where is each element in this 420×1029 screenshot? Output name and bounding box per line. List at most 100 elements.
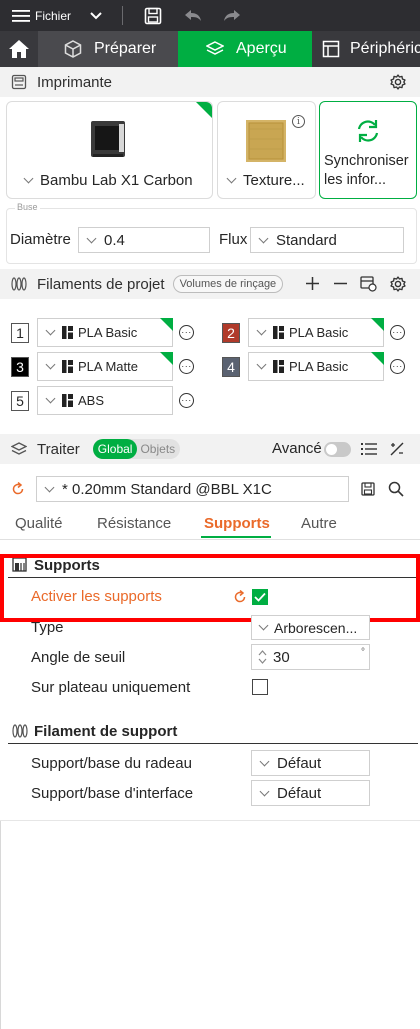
interface-filament-value: Défaut bbox=[277, 784, 322, 802]
filaments-section-title: Filaments de projet bbox=[37, 275, 165, 293]
threshold-angle-unit: ° bbox=[361, 647, 365, 658]
plate-only-label: Sur plateau uniquement bbox=[31, 679, 191, 696]
advanced-label: Avancé bbox=[272, 440, 322, 457]
selected-corner-marker bbox=[196, 102, 212, 118]
chevron-down-icon bbox=[256, 359, 267, 370]
filament-more-icon[interactable]: ··· bbox=[179, 393, 194, 408]
filament-more-icon[interactable]: ··· bbox=[179, 325, 194, 340]
filament-select[interactable]: ABS bbox=[37, 386, 173, 415]
subtab-strength[interactable]: Résistance bbox=[97, 515, 171, 532]
filament-name: PLA Basic bbox=[289, 359, 349, 374]
filament-more-icon[interactable]: ··· bbox=[390, 359, 405, 374]
support-type-select[interactable]: Arborescen... bbox=[251, 615, 370, 640]
cube-icon bbox=[64, 40, 82, 58]
plate-only-checkbox[interactable] bbox=[252, 679, 268, 695]
stepper-arrows-icon[interactable] bbox=[258, 648, 267, 666]
synced-corner-marker bbox=[371, 352, 384, 365]
advanced-switch[interactable] bbox=[324, 442, 351, 457]
printer-card[interactable]: Bambu Lab X1 Carbon bbox=[6, 101, 213, 199]
sync-printer-button[interactable]: Synchroniser les infor... bbox=[319, 101, 417, 199]
interface-filament-select[interactable]: Défaut bbox=[251, 780, 370, 806]
subtab-supports[interactable]: Supports bbox=[204, 515, 270, 532]
diameter-label: Diamètre bbox=[10, 231, 71, 248]
threshold-angle-spinner[interactable]: 30 ° bbox=[251, 644, 370, 670]
process-preset-select[interactable]: * 0.20mm Standard @BBL X1C bbox=[36, 476, 349, 502]
printer-settings-icon[interactable] bbox=[390, 74, 406, 90]
filament-number-badge[interactable]: 2 bbox=[222, 323, 240, 343]
printer-icon bbox=[11, 74, 27, 90]
home-icon bbox=[9, 40, 29, 58]
support-type-value: Arborescen... bbox=[274, 619, 358, 636]
bambu-logo-icon bbox=[62, 394, 73, 407]
active-subtab-underline bbox=[201, 536, 271, 538]
chevron-down-icon bbox=[258, 233, 269, 243]
printer-name: Bambu Lab X1 Carbon bbox=[40, 172, 193, 189]
filament-select[interactable]: PLA Basic bbox=[248, 318, 384, 347]
info-icon[interactable]: i bbox=[292, 115, 305, 128]
file-menu[interactable]: Fichier bbox=[12, 0, 71, 31]
ams-sync-icon[interactable] bbox=[360, 276, 377, 292]
filament-more-icon[interactable]: ··· bbox=[179, 359, 194, 374]
preset-search-button[interactable] bbox=[388, 481, 404, 497]
tab-device[interactable]: Périphéric bbox=[312, 31, 420, 67]
raft-filament-select[interactable]: Défaut bbox=[251, 750, 370, 776]
diameter-value: 0.4 bbox=[104, 231, 125, 249]
printer-section-title: Imprimante bbox=[37, 73, 113, 91]
preset-reset-icon[interactable] bbox=[11, 482, 25, 496]
menu-dropdown-chevron[interactable] bbox=[90, 0, 102, 31]
filament-select[interactable]: PLA Matte bbox=[37, 352, 173, 381]
device-icon bbox=[322, 40, 340, 58]
raft-filament-value: Défaut bbox=[277, 754, 322, 772]
toggle-global[interactable]: Global bbox=[92, 439, 138, 459]
compare-icon[interactable] bbox=[389, 441, 405, 457]
flow-select[interactable]: Standard bbox=[250, 227, 404, 253]
redo-button[interactable] bbox=[223, 0, 241, 31]
global-objects-toggle[interactable]: Global Objets bbox=[92, 439, 181, 459]
chevron-down-icon bbox=[45, 325, 56, 336]
filament-select[interactable]: PLA Basic bbox=[37, 318, 173, 347]
filament-select[interactable]: PLA Basic bbox=[248, 352, 384, 381]
filament-number-badge[interactable]: 3 bbox=[11, 357, 29, 377]
subtab-quality[interactable]: Qualité bbox=[15, 515, 63, 532]
chevron-down-icon bbox=[44, 482, 55, 492]
chevron-down-icon bbox=[23, 173, 34, 184]
plate-card[interactable]: i Texture... bbox=[217, 101, 316, 199]
undo-button[interactable] bbox=[184, 0, 202, 31]
chevron-down-icon bbox=[258, 620, 269, 631]
rinse-volumes-button[interactable]: Volumes de rinçage bbox=[172, 275, 284, 293]
filament-number-badge[interactable]: 4 bbox=[222, 357, 240, 377]
chevron-down-icon bbox=[90, 11, 102, 19]
plate-name: Texture... bbox=[243, 172, 305, 189]
redo-icon bbox=[224, 9, 240, 21]
printer-section-header: Imprimante bbox=[0, 67, 420, 97]
undo-icon bbox=[185, 9, 201, 21]
chevron-down-icon bbox=[259, 756, 270, 766]
remove-filament-icon[interactable] bbox=[333, 276, 348, 291]
filament-number-badge[interactable]: 5 bbox=[11, 391, 29, 411]
toolbar-divider bbox=[122, 6, 123, 25]
filament-name: PLA Basic bbox=[289, 325, 349, 340]
panel-bottom-divider bbox=[0, 820, 420, 821]
tab-home[interactable] bbox=[0, 31, 38, 67]
chevron-down-icon bbox=[45, 393, 56, 404]
main-tab-bar: Préparer Aperçu Périphéric bbox=[0, 31, 420, 67]
toggle-objects[interactable]: Objets bbox=[137, 439, 180, 459]
filament-settings-icon[interactable] bbox=[390, 276, 406, 292]
file-menu-label: Fichier bbox=[35, 8, 72, 23]
diameter-select[interactable]: 0.4 bbox=[78, 227, 210, 253]
tab-prepare[interactable]: Préparer bbox=[38, 31, 178, 67]
filament-more-icon[interactable]: ··· bbox=[390, 325, 405, 340]
hamburger-icon bbox=[12, 9, 30, 23]
save-button[interactable] bbox=[144, 0, 162, 31]
list-view-icon[interactable] bbox=[361, 442, 377, 456]
top-menu-bar: Fichier bbox=[0, 0, 420, 31]
chevron-down-icon bbox=[86, 233, 97, 243]
preset-save-button[interactable] bbox=[361, 482, 375, 496]
add-filament-icon[interactable] bbox=[305, 276, 320, 291]
tab-preview[interactable]: Aperçu bbox=[178, 31, 312, 67]
interface-filament-label: Support/base d'interface bbox=[31, 785, 194, 802]
support-filament-icon bbox=[12, 724, 28, 738]
subtab-other[interactable]: Autre bbox=[301, 515, 337, 532]
synced-corner-marker bbox=[371, 318, 384, 331]
filament-number-badge[interactable]: 1 bbox=[11, 323, 29, 343]
